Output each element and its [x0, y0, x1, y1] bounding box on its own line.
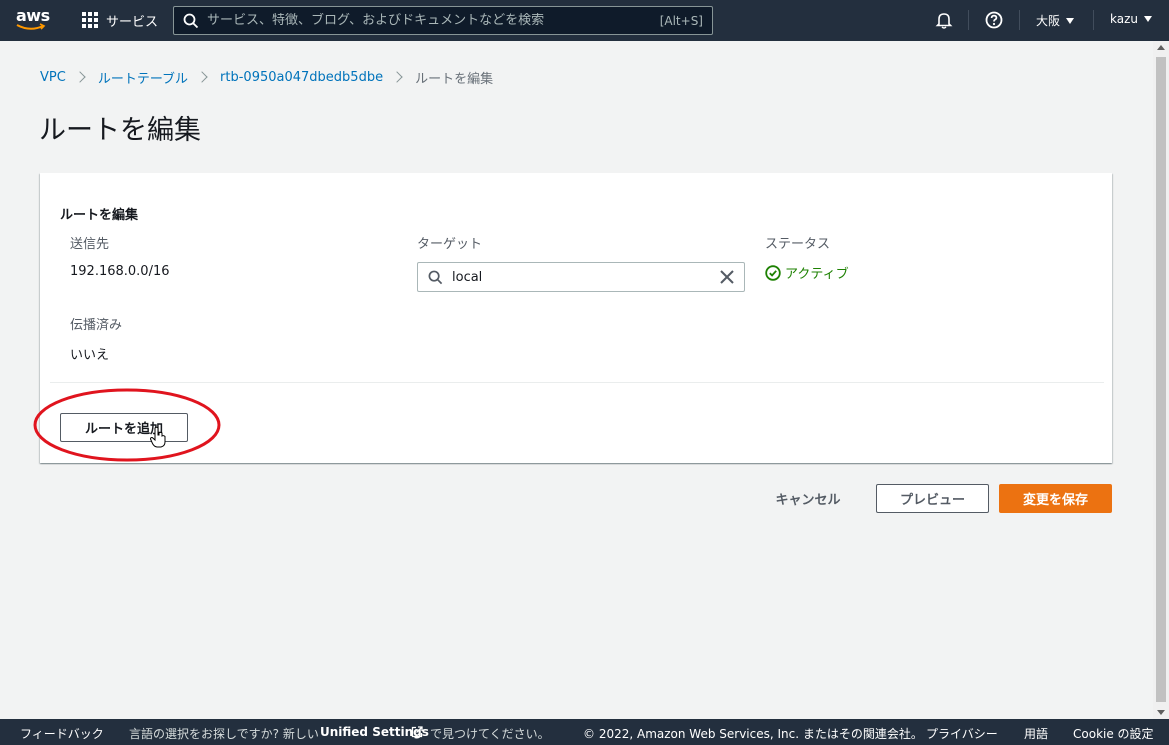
propagated-label: 伝播済み — [70, 318, 123, 333]
aws-logo[interactable]: aws — [16, 6, 52, 34]
region-label: 大阪 — [1036, 14, 1061, 28]
target-input[interactable] — [452, 269, 719, 285]
top-navigation: aws サービス [Alt+S] 大阪 kazu — [0, 0, 1169, 41]
services-menu[interactable]: サービス — [82, 10, 158, 30]
feedback-link[interactable]: フィードバック — [20, 725, 104, 742]
target-label: ターゲット — [417, 237, 483, 252]
scrollbar[interactable] — [1153, 41, 1169, 719]
chevron-right-icon — [391, 71, 403, 83]
breadcrumb-route-tables[interactable]: ルートテーブル — [98, 68, 188, 87]
save-changes-button[interactable]: 変更を保存 — [999, 484, 1112, 513]
search-input[interactable] — [207, 13, 660, 28]
breadcrumb-route-table-id[interactable]: rtb-0950a047dbedb5dbe — [220, 70, 383, 85]
nav-divider — [1019, 10, 1020, 30]
grid-icon — [82, 12, 98, 28]
caret-down-icon — [1144, 16, 1152, 22]
page-title: ルートを編集 — [39, 115, 201, 146]
target-field[interactable] — [417, 262, 745, 292]
scroll-thumb[interactable] — [1156, 57, 1166, 702]
panel-heading: ルートを編集 — [60, 208, 139, 223]
status-indicator: アクティブ — [765, 263, 849, 282]
search-icon — [428, 270, 443, 284]
user-menu[interactable]: kazu — [1110, 12, 1152, 26]
terms-link[interactable]: 用語 — [1024, 725, 1048, 742]
destination-value: 192.168.0.0/16 — [70, 264, 170, 279]
help-icon[interactable] — [985, 11, 1003, 29]
propagated-value: いいえ — [70, 348, 110, 363]
footer: フィードバック 言語の選択をお探しですか? 新しい Unified Settin… — [0, 719, 1169, 745]
destination-label: 送信先 — [70, 237, 110, 252]
scroll-down-arrow-icon[interactable] — [1157, 710, 1165, 715]
clear-icon[interactable] — [719, 269, 735, 285]
external-link-icon — [411, 726, 423, 738]
breadcrumb: VPC ルートテーブル rtb-0950a047dbedb5dbe ルートを編集 — [40, 67, 493, 87]
status-value: アクティブ — [785, 267, 849, 282]
chevron-right-icon — [196, 71, 208, 83]
edit-routes-panel: ルートを編集 送信先 192.168.0.0/16 ターゲット ステータス アク… — [33, 173, 1112, 463]
add-route-button[interactable]: ルートを追加 — [60, 413, 188, 442]
global-search[interactable]: [Alt+S] — [173, 6, 713, 35]
copyright: © 2022, Amazon Web Services, Inc. またはその関… — [583, 727, 923, 741]
divider — [50, 382, 1104, 383]
privacy-link[interactable]: プライバシー — [926, 725, 998, 742]
status-label: ステータス — [765, 237, 831, 252]
nav-divider — [1093, 10, 1094, 30]
cookie-settings-link[interactable]: Cookie の設定 — [1073, 725, 1154, 742]
search-icon — [183, 13, 199, 28]
services-label: サービス — [106, 14, 159, 30]
chevron-right-icon — [74, 71, 86, 83]
search-shortcut: [Alt+S] — [659, 13, 703, 28]
breadcrumb-vpc[interactable]: VPC — [40, 70, 66, 85]
caret-down-icon — [1066, 17, 1075, 24]
preview-button[interactable]: プレビュー — [876, 484, 989, 513]
cancel-button[interactable]: キャンセル — [760, 484, 856, 513]
breadcrumb-current: ルートを編集 — [415, 71, 494, 87]
scroll-up-arrow-icon[interactable] — [1157, 45, 1165, 50]
user-label: kazu — [1110, 12, 1138, 26]
bell-icon[interactable] — [935, 11, 953, 29]
check-circle-icon — [765, 264, 781, 281]
nav-divider — [968, 10, 969, 30]
region-menu[interactable]: 大阪 — [1036, 12, 1075, 29]
aws-smile-icon — [16, 23, 46, 30]
language-notice-end: で見つけてください。 — [430, 727, 550, 741]
language-notice: 言語の選択をお探しですか? 新しい — [129, 727, 319, 741]
